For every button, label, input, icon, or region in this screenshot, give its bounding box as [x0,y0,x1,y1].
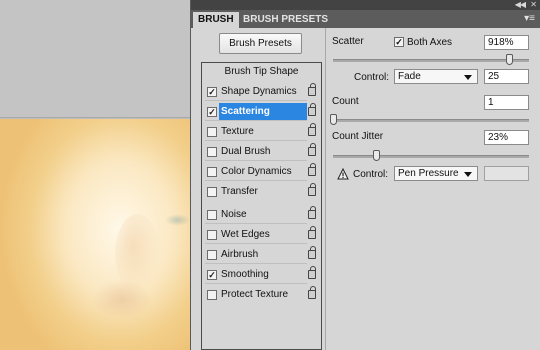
lock-icon[interactable] [308,103,316,116]
tab-brush[interactable]: BRUSH [193,12,239,28]
option-label: Noise [221,209,247,220]
option-label: Airbrush [221,249,259,260]
lock-icon[interactable] [308,266,316,279]
option-label: Scattering [219,103,307,121]
control-label: Control: [354,72,390,83]
control-select[interactable]: Fade [394,69,478,84]
brush-tip-shape-item[interactable]: Brush Tip Shape [202,65,321,79]
brush-panel: ◀◀ ✕ BRUSH BRUSH PRESETS ▾≡ Brush Preset… [190,0,540,350]
option-label: Protect Texture [221,289,289,300]
panel-topbar: ◀◀ ✕ [191,0,540,10]
lock-icon[interactable] [308,246,316,259]
lock-icon[interactable] [308,143,316,156]
lock-icon[interactable] [308,286,316,299]
option-label: Wet Edges [221,229,270,240]
option-label: Texture [221,126,254,137]
control-select-2-value: Pen Pressure [398,168,459,179]
option-label: Dual Brush [221,146,271,157]
control-select-2[interactable]: Pen Pressure [394,166,478,181]
option-protect-texture[interactable]: Protect Texture [202,286,321,304]
smoothing-checkbox[interactable]: ✓ [207,270,217,280]
option-smoothing[interactable]: ✓ Smoothing [202,266,321,284]
lock-icon[interactable] [308,226,316,239]
both-axes-checkbox[interactable]: ✓ [394,37,404,47]
count-value-field[interactable]: 1 [484,95,529,110]
option-scattering[interactable]: ✓ Scattering [202,103,321,121]
close-panel-icon[interactable]: ✕ [530,0,537,10]
document-canvas [0,0,190,350]
both-axes-label: Both Axes [407,37,453,48]
lock-icon[interactable] [308,123,316,136]
option-wet-edges[interactable]: Wet Edges [202,226,321,244]
chevron-down-icon [464,75,472,80]
disabled-field [484,166,529,181]
shape-dynamics-checkbox[interactable]: ✓ [207,87,217,97]
option-texture[interactable]: Texture [202,123,321,141]
brush-options-list: Brush Tip Shape ✓ Shape Dynamics ✓ Scatt… [201,62,322,350]
lock-icon[interactable] [308,163,316,176]
count-slider-thumb[interactable] [330,114,337,125]
option-transfer[interactable]: Transfer [202,183,321,201]
option-label: Smoothing [221,269,269,280]
scatter-label: Scatter [332,36,364,47]
lock-icon[interactable] [308,183,316,196]
option-noise[interactable]: Noise [202,206,321,224]
chevron-down-icon [464,172,472,177]
brush-presets-button[interactable]: Brush Presets [219,33,302,54]
option-shape-dynamics[interactable]: ✓ Shape Dynamics [202,83,321,101]
option-airbrush[interactable]: Airbrush [202,246,321,264]
option-label: Transfer [221,186,258,197]
lock-icon[interactable] [308,83,316,96]
texture-checkbox[interactable] [207,127,217,137]
control-select-value: Fade [398,71,421,82]
tab-brush-presets[interactable]: BRUSH PRESETS [238,12,333,28]
transfer-checkbox[interactable] [207,187,217,197]
warning-icon [337,168,349,180]
fade-steps-field[interactable]: 25 [484,69,529,84]
color-dynamics-checkbox[interactable] [207,167,217,177]
panel-menu-icon[interactable]: ▾≡ [524,13,535,25]
scatter-slider[interactable] [333,59,529,62]
count-jitter-slider-thumb[interactable] [373,150,381,161]
photo-image [0,119,190,350]
count-jitter-value-field[interactable]: 23% [484,130,529,145]
scattering-checkbox[interactable]: ✓ [207,107,217,117]
option-label: Shape Dynamics [221,86,297,97]
count-jitter-label: Count Jitter [332,131,384,142]
panel-divider [325,28,326,350]
canvas-pasteboard [0,0,190,118]
dual-brush-checkbox[interactable] [207,147,217,157]
panel-tabbar: BRUSH BRUSH PRESETS ▾≡ [191,10,540,28]
option-dual-brush[interactable]: Dual Brush [202,143,321,161]
option-label: Color Dynamics [221,166,292,177]
scatter-value-field[interactable]: 918% [484,35,529,50]
control-label-2: Control: [353,169,389,180]
count-slider[interactable] [333,119,529,122]
scatter-slider-thumb[interactable] [505,54,513,65]
protect-texture-checkbox[interactable] [207,290,217,300]
lock-icon[interactable] [308,206,316,219]
wet-edges-checkbox[interactable] [207,230,217,240]
airbrush-checkbox[interactable] [207,250,217,260]
count-label: Count [332,96,359,107]
collapse-panel-icon[interactable]: ◀◀ [515,0,526,10]
noise-checkbox[interactable] [207,210,217,220]
option-color-dynamics[interactable]: Color Dynamics [202,163,321,181]
count-jitter-slider[interactable] [333,155,529,158]
